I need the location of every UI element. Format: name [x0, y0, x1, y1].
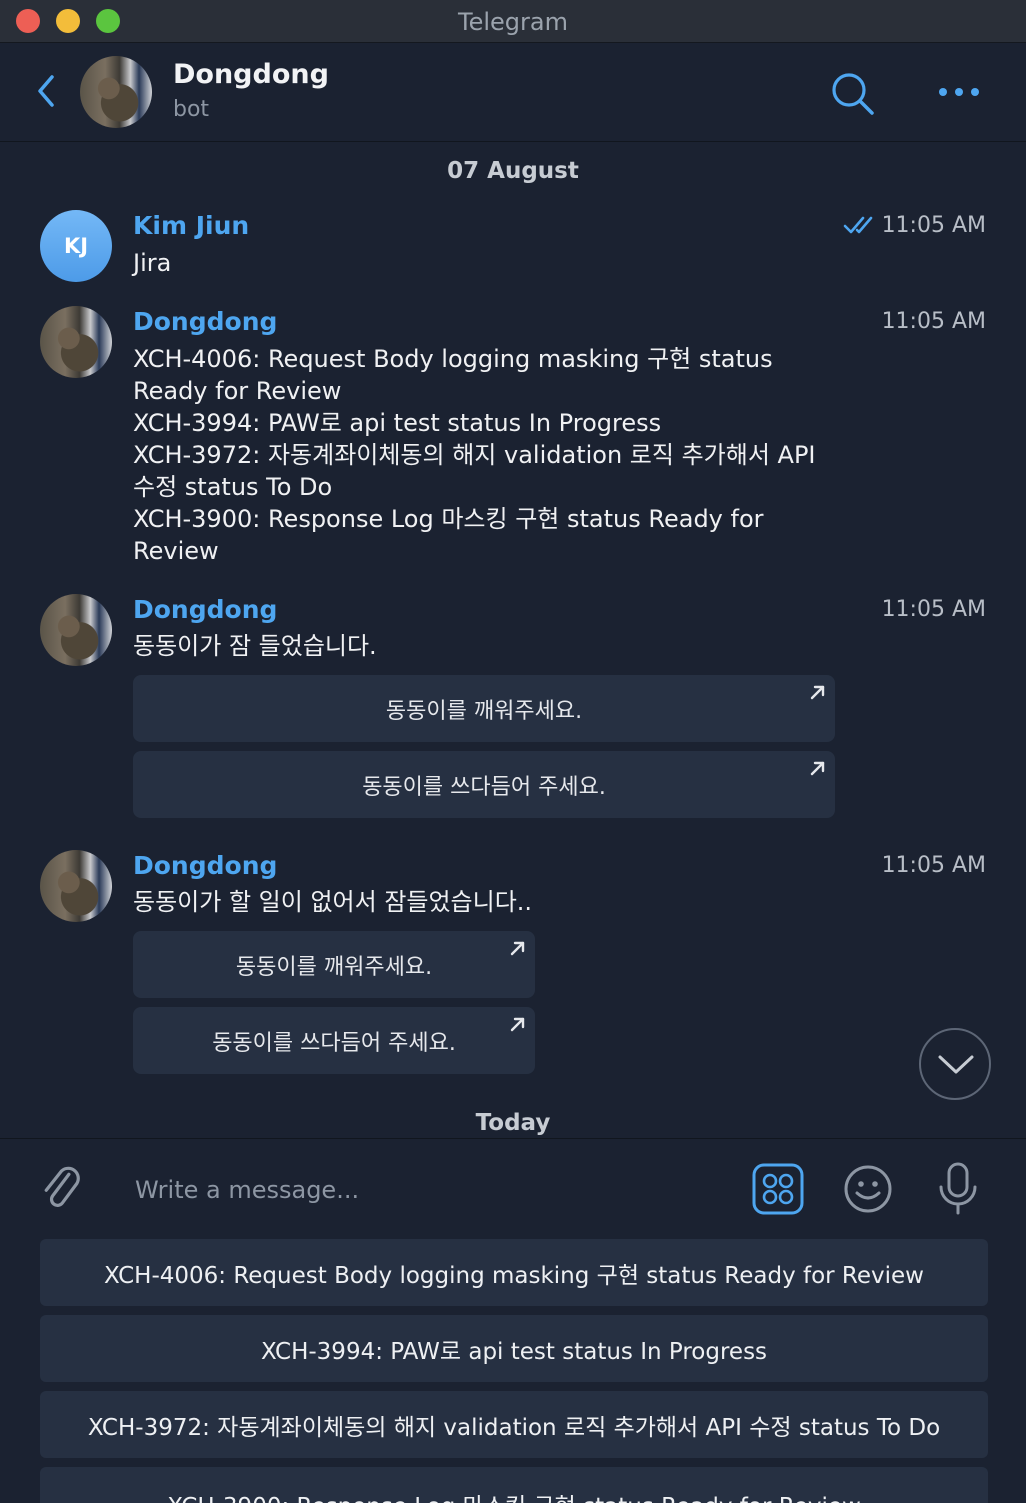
search-button[interactable] [830, 71, 876, 117]
chat-avatar[interactable] [80, 56, 152, 128]
voice-record-button[interactable] [934, 1161, 982, 1217]
chevron-down-icon [938, 1055, 974, 1074]
message-text: 동동이가 할 일이 없어서 잠들었습니다.. [133, 886, 838, 918]
reply-keyboard-button[interactable]: XCH-3972: 자동계좌이체동의 해지 validation 로직 추가해서… [40, 1391, 988, 1458]
inline-button-label: 동동이를 깨워주세요. [385, 698, 583, 724]
message-line: XCH-3972: 자동계좌이체동의 해지 validation 로직 추가해서… [133, 441, 816, 469]
message-sender[interactable]: Dongdong [133, 851, 277, 880]
window-title: Telegram [458, 8, 568, 36]
emoji-button[interactable] [842, 1163, 894, 1215]
more-icon [939, 88, 979, 96]
message-time: 11:05 AM [881, 309, 986, 334]
message-line: Review [133, 537, 219, 565]
attach-button[interactable] [38, 1161, 84, 1213]
message-line: Ready for Review [133, 377, 342, 405]
chevron-left-icon [38, 75, 54, 107]
message-time: 11:05 AM [881, 213, 986, 238]
bot-keyboard-icon [752, 1163, 804, 1215]
inline-button-label: 동동이를 깨워주세요. [235, 954, 433, 980]
external-arrow-icon [510, 941, 525, 956]
message-time: 11:05 AM [881, 853, 986, 878]
message-line: XCH-3994: PAW로 api test status In Progre… [133, 409, 662, 437]
reply-keyboard-button[interactable]: XCH-3900: Response Log 마스킹 구현 status Rea… [40, 1467, 988, 1503]
message-line: 동동이가 할 일이 없어서 잠들었습니다.. [133, 888, 533, 916]
paperclip-icon [44, 1166, 80, 1207]
message-text: XCH-4006: Request Body logging masking 구… [133, 343, 838, 567]
chat-header: Dongdong bot [0, 43, 1026, 142]
message-line: Jira [133, 249, 172, 277]
external-arrow-icon [510, 1017, 525, 1032]
avatar[interactable] [40, 594, 112, 666]
avatar[interactable] [40, 850, 112, 922]
inline-button-pet[interactable]: 동동이를 쓰다듬어 주세요. [133, 1007, 535, 1074]
search-icon [832, 73, 874, 115]
chat-title[interactable]: Dongdong [173, 59, 329, 90]
message-input[interactable] [133, 1169, 717, 1211]
inline-button-wake[interactable]: 동동이를 깨워주세요. [133, 675, 835, 742]
message-text: 동동이가 잠 들었습니다. [133, 630, 838, 662]
more-options-button[interactable] [936, 79, 982, 105]
external-arrow-icon [810, 685, 825, 700]
microphone-icon [939, 1162, 977, 1215]
reply-keyboard-button[interactable]: XCH-3994: PAW로 api test status In Progre… [40, 1315, 988, 1382]
reply-keyboard-button[interactable]: XCH-4006: Request Body logging masking 구… [40, 1239, 988, 1306]
reply-keyboard-label: XCH-3900: Response Log 마스킹 구현 status Rea… [167, 1487, 861, 1503]
message-line: 동동이가 잠 들었습니다. [133, 632, 377, 660]
avatar[interactable] [40, 306, 112, 378]
back-button[interactable] [30, 71, 66, 111]
scroll-to-bottom-button[interactable] [919, 1028, 991, 1100]
date-separator: 07 August [447, 158, 579, 184]
inline-button-label: 동동이를 쓰다듬어 주세요. [212, 1030, 456, 1056]
smile-icon [844, 1165, 892, 1213]
date-separator: Today [475, 1110, 551, 1136]
message-line: 수정 status To Do [133, 473, 333, 501]
message-time: 11:05 AM [881, 597, 986, 622]
message-line: XCH-4006: Request Body logging masking 구… [133, 345, 773, 373]
inline-button-pet[interactable]: 동동이를 쓰다듬어 주세요. [133, 751, 835, 818]
inline-button-label: 동동이를 쓰다듬어 주세요. [362, 774, 606, 800]
message-sender[interactable]: Kim Jiun [133, 211, 249, 240]
chat-subtitle: bot [173, 97, 210, 122]
message-sender[interactable]: Dongdong [133, 307, 277, 336]
window-titlebar: Telegram [0, 0, 1026, 43]
bot-keyboard-button[interactable] [752, 1163, 804, 1215]
message-sender[interactable]: Dongdong [133, 595, 277, 624]
avatar[interactable]: KJ [40, 210, 112, 282]
external-arrow-icon [810, 761, 825, 776]
composer: XCH-4006: Request Body logging masking 구… [0, 1138, 1026, 1503]
message-text: Jira [133, 247, 838, 279]
double-check-icon [843, 216, 873, 234]
inline-button-wake[interactable]: 동동이를 깨워주세요. [133, 931, 535, 998]
message-line: XCH-3900: Response Log 마스킹 구현 status Rea… [133, 505, 764, 533]
